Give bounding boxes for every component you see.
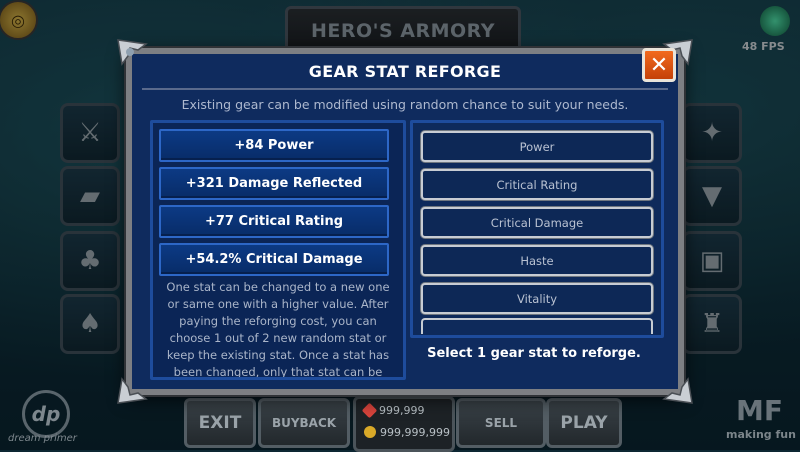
stat-button-power[interactable]: +84 Power xyxy=(159,129,389,162)
gem-row: 999,999 xyxy=(356,399,452,421)
frame-corner-ornament-icon xyxy=(654,365,694,405)
gold-coin-icon xyxy=(364,426,376,438)
play-button[interactable]: PLAY xyxy=(546,398,622,448)
dream-primer-text: dream primer xyxy=(8,433,77,444)
stat-button-damage-reflected[interactable]: +321 Damage Reflected xyxy=(159,167,389,200)
buyback-button[interactable]: BUYBACK xyxy=(258,398,350,448)
title-divider xyxy=(142,88,668,90)
reforge-dialog: GEAR STAT REFORGE ✕ Existing gear can be… xyxy=(117,39,693,404)
currency-display: 999,999 999,999,999 xyxy=(353,396,455,452)
close-icon: ✕ xyxy=(649,52,669,78)
dream-primer-logo: dp xyxy=(22,390,70,438)
current-stats-panel: +84 Power +321 Damage Reflected +77 Crit… xyxy=(150,120,406,380)
stat-button-critical-damage[interactable]: +54.2% Critical Damage xyxy=(159,243,389,276)
stat-button-critical-rating[interactable]: +77 Critical Rating xyxy=(159,205,389,238)
reforge-options-panel[interactable]: Power Critical Rating Critical Damage Ha… xyxy=(410,120,664,338)
sell-button[interactable]: SELL xyxy=(456,398,546,448)
reforge-description: One stat can be changed to a new one or … xyxy=(166,280,390,379)
gem-icon xyxy=(361,402,378,418)
gold-amount: 999,999,999 xyxy=(380,425,450,439)
option-critical-damage[interactable]: Critical Damage xyxy=(421,207,653,238)
exit-button[interactable]: EXIT xyxy=(184,398,256,448)
making-fun-logo: MF xyxy=(736,394,783,427)
making-fun-text: making fun xyxy=(726,428,796,441)
option-vitality[interactable]: Vitality xyxy=(421,283,653,314)
dialog-title: GEAR STAT REFORGE xyxy=(308,62,502,81)
option-power[interactable]: Power xyxy=(421,131,653,162)
gold-row: 999,999,999 xyxy=(356,421,452,443)
selection-hint: Select 1 gear stat to reforge. xyxy=(427,346,641,361)
option-haste[interactable]: Haste xyxy=(421,245,653,276)
close-button[interactable]: ✕ xyxy=(642,48,676,82)
option-partial[interactable] xyxy=(421,318,653,334)
gem-amount: 999,999 xyxy=(379,403,425,417)
dialog-subtitle: Existing gear can be modified using rand… xyxy=(181,97,629,112)
option-critical-rating[interactable]: Critical Rating xyxy=(421,169,653,200)
